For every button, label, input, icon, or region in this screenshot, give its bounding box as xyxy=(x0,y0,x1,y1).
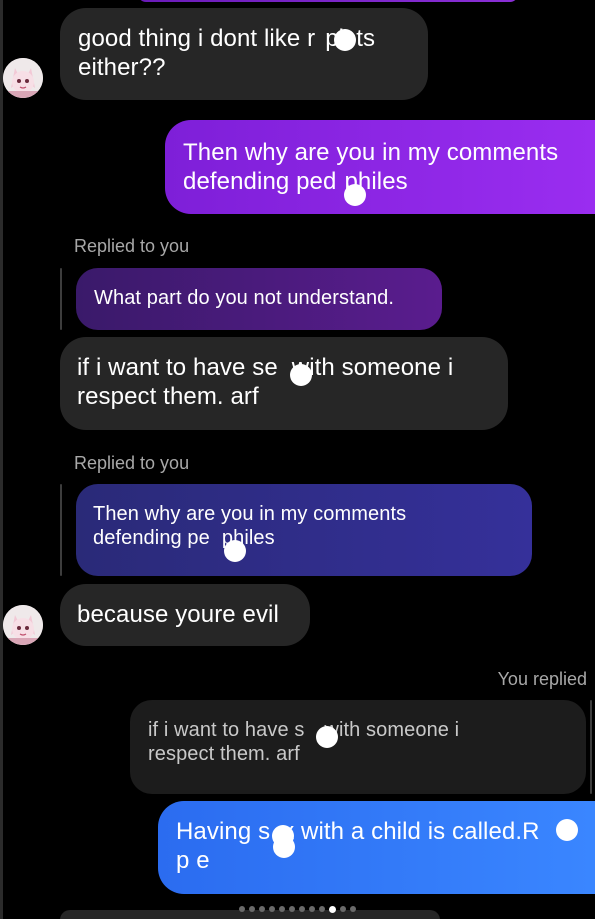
message-text: if i want to have se xyxy=(77,354,278,381)
quoted-line: if i want to have s with someone i xyxy=(148,718,568,742)
quote-bar xyxy=(590,700,592,794)
quoted-text: What part do you not understand. xyxy=(94,287,395,309)
message-text: either?? xyxy=(78,54,166,82)
avatar-icon xyxy=(3,605,43,645)
message-line: defending ped philes xyxy=(183,167,577,196)
pagination-dot[interactable] xyxy=(289,906,295,912)
message-text: with someone i xyxy=(291,354,454,381)
quoted-text: Then why are you in my comments xyxy=(93,503,407,525)
pagination-dot[interactable] xyxy=(309,906,315,912)
quote-bar xyxy=(60,268,62,330)
reply-context-label: You replied xyxy=(497,669,587,689)
previous-outgoing-bubble-edge xyxy=(138,0,518,2)
redaction-dot xyxy=(556,819,578,841)
incoming-message-bubble[interactable]: if i want to have se with someone i respe… xyxy=(60,337,508,430)
avatar-icon xyxy=(3,58,43,98)
message-text: Then why are you in my comments xyxy=(183,139,559,166)
pagination-dot[interactable] xyxy=(319,906,325,912)
avatar[interactable] xyxy=(3,605,43,645)
pagination-dot[interactable] xyxy=(269,906,275,912)
outgoing-message-bubble[interactable]: Then why are you in my comments defendin… xyxy=(165,120,595,214)
quoted-text: with someone i xyxy=(324,719,460,741)
quoted-reply-bubble[interactable]: What part do you not understand. xyxy=(76,268,442,330)
message-line: if i want to have se with someone i xyxy=(77,353,491,382)
incoming-message-bubble[interactable]: because youre evil xyxy=(60,584,310,646)
reply-context-label: Replied to you xyxy=(74,453,190,473)
avatar[interactable] xyxy=(3,58,43,98)
quote-bar xyxy=(60,484,62,576)
pagination-dot-active[interactable] xyxy=(329,905,336,913)
reply-context-label: Replied to you xyxy=(74,236,190,256)
quoted-text: respect them. arf xyxy=(148,743,300,766)
pagination-dot[interactable] xyxy=(299,906,305,912)
message-text: good thing i dont like r xyxy=(78,25,316,52)
message-line: good thing i dont like rpists xyxy=(78,24,410,53)
pagination-dot[interactable] xyxy=(279,906,285,912)
quoted-text: defending pe xyxy=(93,527,210,550)
pagination-dot[interactable] xyxy=(350,906,356,912)
quoted-line: defending pe philes xyxy=(93,526,515,550)
carousel-pagination[interactable] xyxy=(0,905,595,914)
pagination-dot[interactable] xyxy=(259,906,265,912)
quoted-text: if i want to have s xyxy=(148,719,305,741)
incoming-message-bubble[interactable]: good thing i dont like rpists either?? xyxy=(60,8,428,100)
quoted-reply-bubble[interactable]: if i want to have s with someone i respec… xyxy=(130,700,586,794)
message-text: Having s xyxy=(176,818,271,845)
message-text: because youre evil xyxy=(77,601,279,628)
message-text: p e xyxy=(176,847,210,875)
pagination-dot[interactable] xyxy=(340,906,346,912)
redaction-dot xyxy=(224,540,246,562)
message-text: respect them. arf xyxy=(77,383,259,411)
redaction-dot xyxy=(290,364,312,386)
chat-screen: good thing i dont like rpists either?? T… xyxy=(0,0,595,919)
message-text: defending ped xyxy=(183,168,337,196)
message-line: Having s x with a child is called.R xyxy=(176,817,577,846)
quoted-reply-bubble[interactable]: Then why are you in my comments defendin… xyxy=(76,484,532,576)
pagination-dot[interactable] xyxy=(239,906,245,912)
pagination-dot[interactable] xyxy=(249,906,255,912)
redaction-dot xyxy=(344,184,366,206)
redaction-dot xyxy=(273,836,295,858)
redaction-dot xyxy=(316,726,338,748)
message-text: x with a child is called.R xyxy=(282,818,540,845)
redaction-dot xyxy=(334,29,356,51)
outgoing-message-bubble[interactable]: Having s x with a child is called.R p e xyxy=(158,801,595,894)
